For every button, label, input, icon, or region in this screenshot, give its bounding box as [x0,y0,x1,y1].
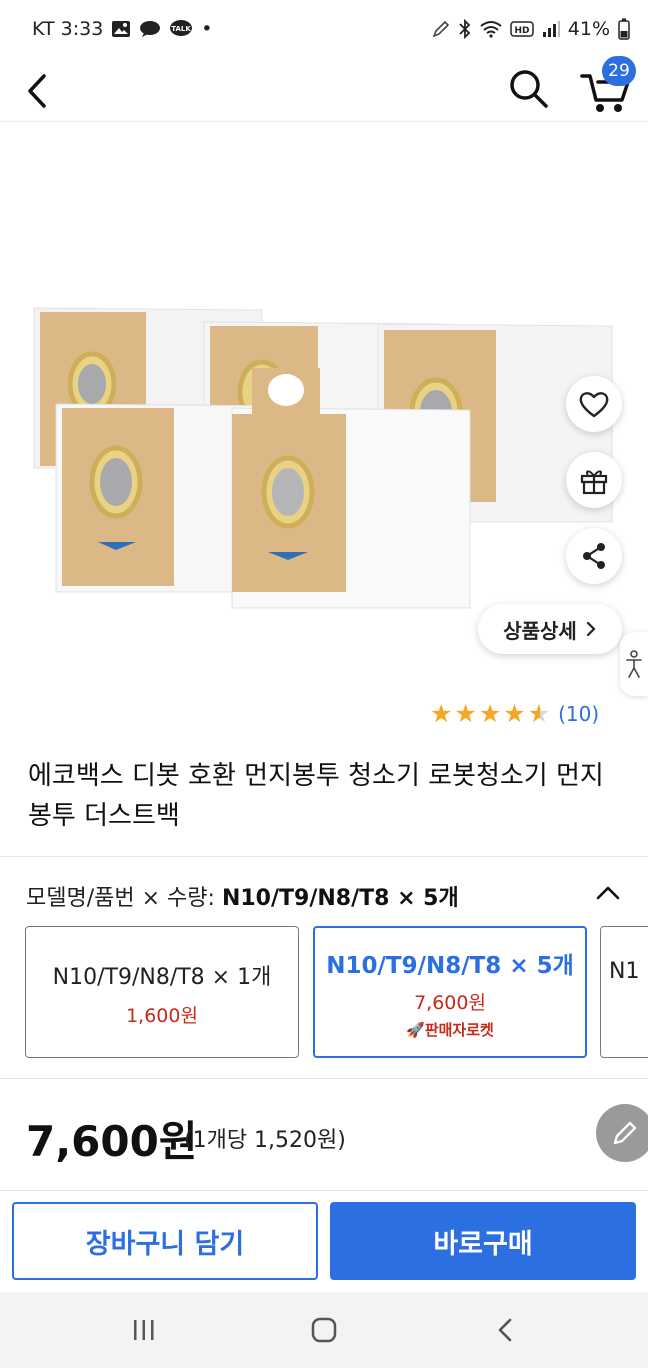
recent-apps-button[interactable] [124,1310,164,1350]
battery-icon [618,18,630,40]
option-price: 7,600원 [414,992,486,1014]
home-button[interactable] [304,1310,344,1350]
chat-bubble-icon [140,21,161,37]
hd-icon: HD [510,21,534,37]
option-card[interactable]: N1 [600,926,648,1058]
option-card-selected[interactable]: N10/T9/N8/T8 × 5개 7,600원 🚀판매자로켓 [313,926,587,1058]
product-title: 에코백스 디봇 호환 먼지봉투 청소기 로봇청소기 먼지봉투 더스트백 [28,761,604,831]
carrier-time: KT 3:33 [32,18,104,40]
system-nav-bar [0,1292,648,1368]
total-price: 7,600원 [26,1117,198,1166]
accessibility-icon [626,650,642,678]
seller-rocket-label: 판매자로켓 [424,1021,494,1039]
svg-text:TALK: TALK [172,25,192,33]
seller-rocket-badge: 🚀판매자로켓 [315,1019,585,1040]
back-button[interactable] [18,66,58,114]
star-icon: ★ [503,699,526,728]
share-icon [583,543,605,569]
gift-button[interactable] [566,452,622,508]
share-button[interactable] [566,528,622,584]
option-label: 모델명/품번 × 수량: N10/T9/N8/T8 × 5개 [26,880,459,912]
notification-dot: • [201,18,213,40]
option-label-prefix: 모델명/품번 × 수량: [26,886,215,911]
home-icon [311,1317,337,1343]
product-detail-button[interactable]: 상품상세 [478,604,622,654]
chevron-right-icon [586,621,596,637]
rating[interactable]: ★ ★ ★ ★ ★ (10) [430,700,599,728]
accessibility-button[interactable] [620,632,648,696]
buy-now-button[interactable]: 바로구매 [330,1202,636,1280]
back-nav-button[interactable] [486,1310,526,1350]
bluetooth-icon [459,19,471,39]
star-icon: ★ [454,699,477,728]
app-header [0,60,648,122]
star-icon: ★ [478,699,502,728]
add-to-cart-button[interactable]: 장바구니 담기 [12,1202,318,1280]
divider [0,1078,648,1079]
option-name: N10/T9/N8/T8 × 5개 [326,953,574,979]
option-card[interactable]: N10/T9/N8/T8 × 1개 1,600원 [25,926,299,1058]
status-bar: KT 3:33 TALK • HD 41% [0,0,648,60]
talk-icon: TALK [170,20,193,36]
heart-icon [579,392,609,418]
recent-apps-icon [134,1320,154,1340]
search-icon [510,70,548,108]
rocket-icon: 🚀 [406,1021,425,1039]
pen-icon [432,20,449,38]
edit-button[interactable] [596,1104,648,1162]
chevron-left-icon [28,74,46,108]
product-detail-label: 상품상세 [503,618,577,643]
cart-count-badge: 29 [602,56,636,86]
svg-text:HD: HD [514,26,529,36]
option-name: N1 [609,959,640,984]
divider [0,1190,648,1191]
chevron-up-icon [596,886,620,900]
wifi-icon [480,21,502,38]
divider [0,856,648,857]
option-name: N10/T9/N8/T8 × 1개 [52,965,272,990]
option-selected-value: N10/T9/N8/T8 × 5개 [221,886,459,911]
rating-count[interactable]: (10) [558,702,599,726]
star-half-icon: ★ [527,699,551,728]
wishlist-button[interactable] [566,376,622,432]
gift-icon [580,470,608,495]
pencil-icon [613,1121,637,1145]
unit-price: (1개당 1,520원) [184,1128,346,1153]
battery-percent: 41% [567,18,610,40]
dust-bags-image [33,307,613,609]
gallery-icon [112,21,131,37]
star-icon: ★ [430,699,453,728]
search-button[interactable] [506,66,552,112]
collapse-options-button[interactable] [592,876,624,908]
back-arrow-icon [498,1318,512,1342]
option-price: 1,600원 [126,1005,198,1027]
signal-icon [542,21,560,37]
